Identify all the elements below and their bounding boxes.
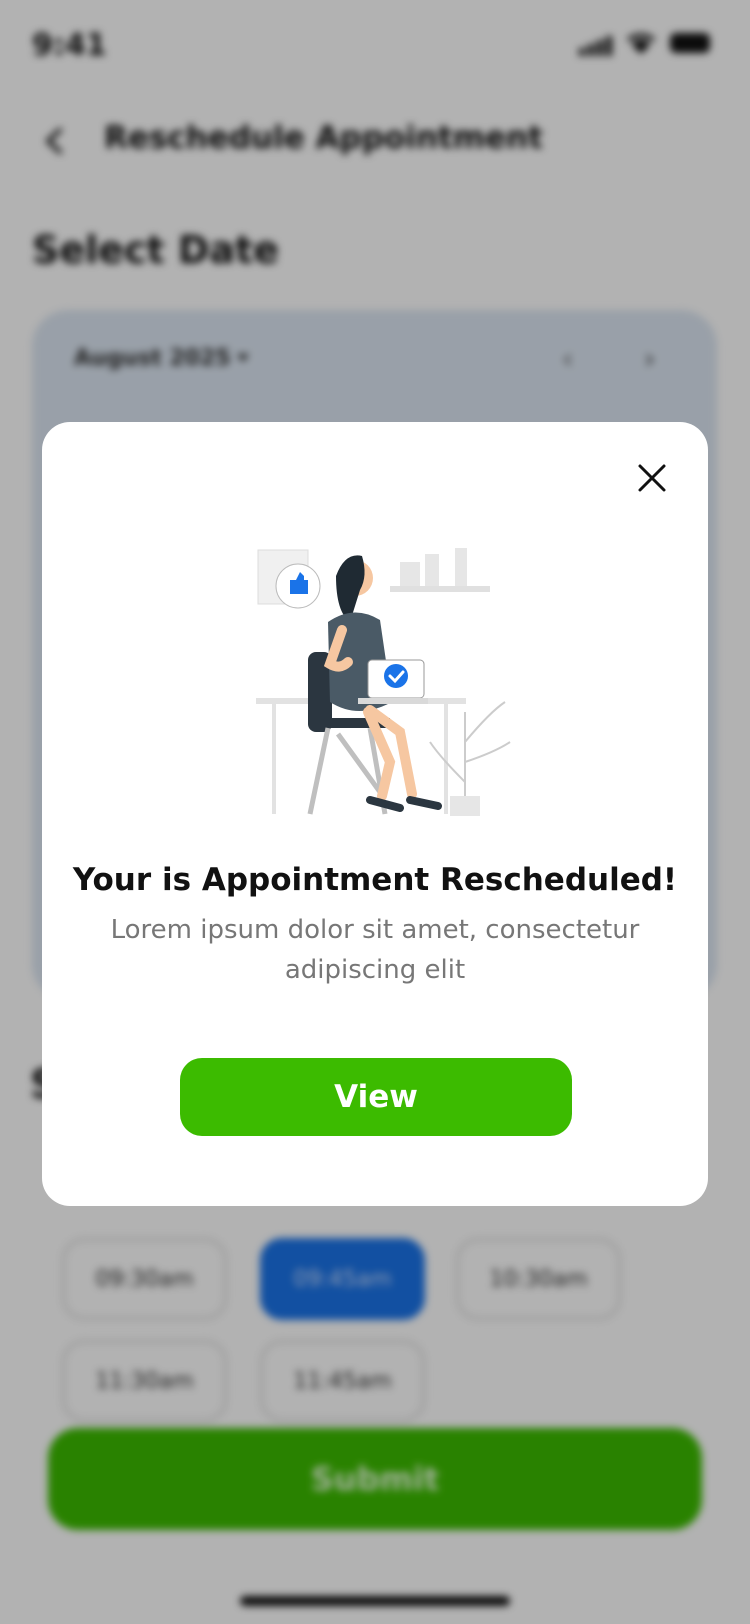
person-with-laptop-illustration [256,548,511,816]
success-modal: Your is Appointment Rescheduled! Lorem i… [42,422,708,1206]
modal-title: Your is Appointment Rescheduled! [72,862,678,898]
view-button[interactable]: View [180,1058,572,1136]
modal-subtitle: Lorem ipsum dolor sit amet, consectetur … [110,915,640,985]
app: 9:41 Reschedule Appointment Select Date [0,0,750,1624]
close-icon[interactable] [634,460,670,496]
